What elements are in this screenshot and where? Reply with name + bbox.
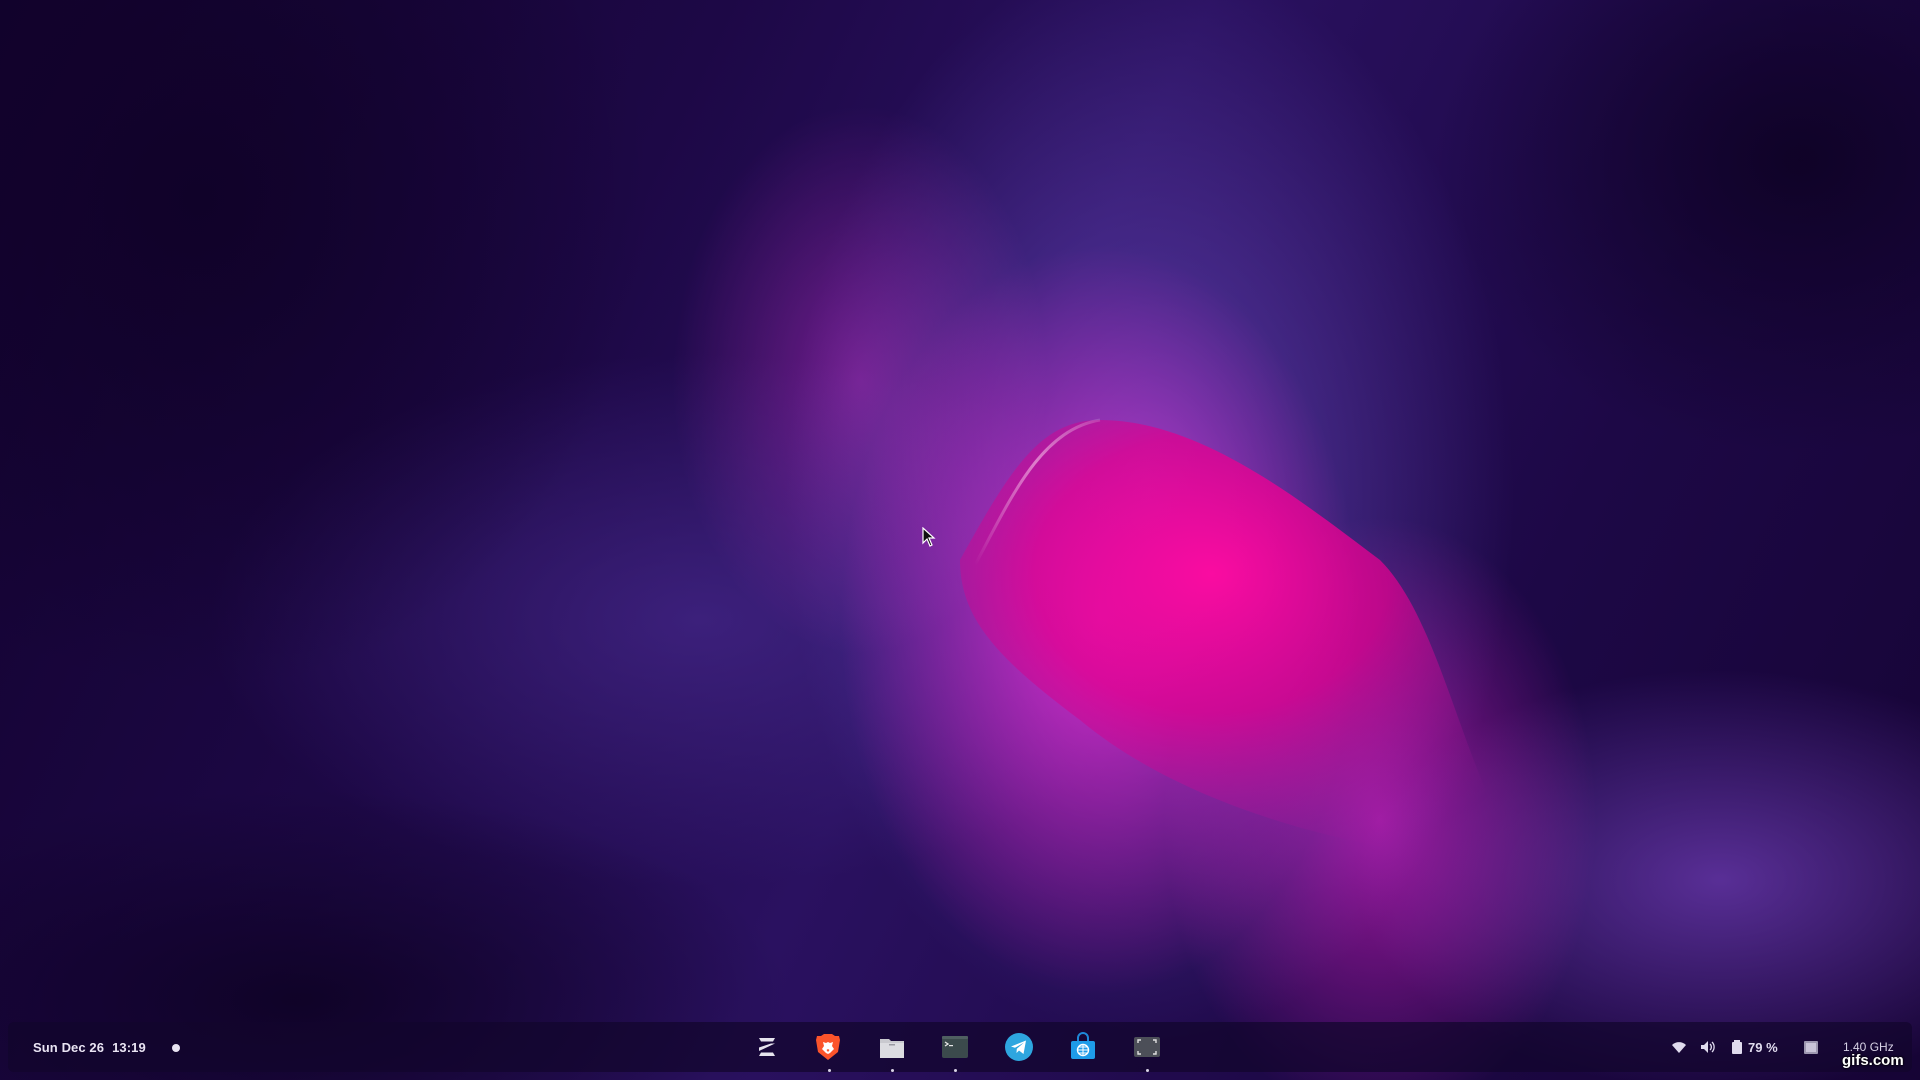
- watermark: gifs.com: [1842, 1052, 1904, 1069]
- running-indicator: [1146, 1069, 1149, 1072]
- zorin-menu-button[interactable]: [752, 1032, 782, 1062]
- battery-percent[interactable]: 79 %: [1748, 1040, 1778, 1055]
- wifi-icon[interactable]: [1671, 1039, 1687, 1055]
- zorin-logo-icon: [759, 1038, 775, 1056]
- running-indicator: [891, 1069, 894, 1072]
- wallpaper-wave: [960, 418, 1520, 860]
- mouse-cursor-icon: [922, 526, 936, 552]
- screenshot-icon: [1134, 1037, 1160, 1057]
- notification-indicator: [172, 1044, 180, 1052]
- folder-icon: [880, 1039, 904, 1058]
- running-indicator: [828, 1069, 831, 1072]
- terminal-icon: [942, 1036, 968, 1058]
- screenshot-button[interactable]: [1132, 1032, 1162, 1062]
- files-button[interactable]: [877, 1032, 907, 1062]
- brave-lion-icon: [816, 1034, 840, 1060]
- volume-icon[interactable]: [1700, 1039, 1716, 1055]
- running-indicator: [954, 1069, 957, 1072]
- telegram-button[interactable]: [1004, 1032, 1034, 1062]
- telegram-icon: [1005, 1033, 1033, 1061]
- software-store-button[interactable]: [1068, 1032, 1098, 1062]
- software-store-icon: [1071, 1032, 1095, 1059]
- desktop[interactable]: Sun Dec 26 13:19 79 % 1.40 GHz gifs.com: [0, 0, 1920, 1080]
- date-time[interactable]: Sun Dec 26 13:19: [33, 1040, 146, 1055]
- date-label: Sun Dec 26: [33, 1040, 105, 1055]
- battery-icon[interactable]: [1729, 1039, 1745, 1055]
- display-icon[interactable]: [1803, 1040, 1819, 1056]
- terminal-button[interactable]: [940, 1032, 970, 1062]
- brave-browser-button[interactable]: [813, 1032, 843, 1062]
- time-label: 13:19: [112, 1040, 146, 1055]
